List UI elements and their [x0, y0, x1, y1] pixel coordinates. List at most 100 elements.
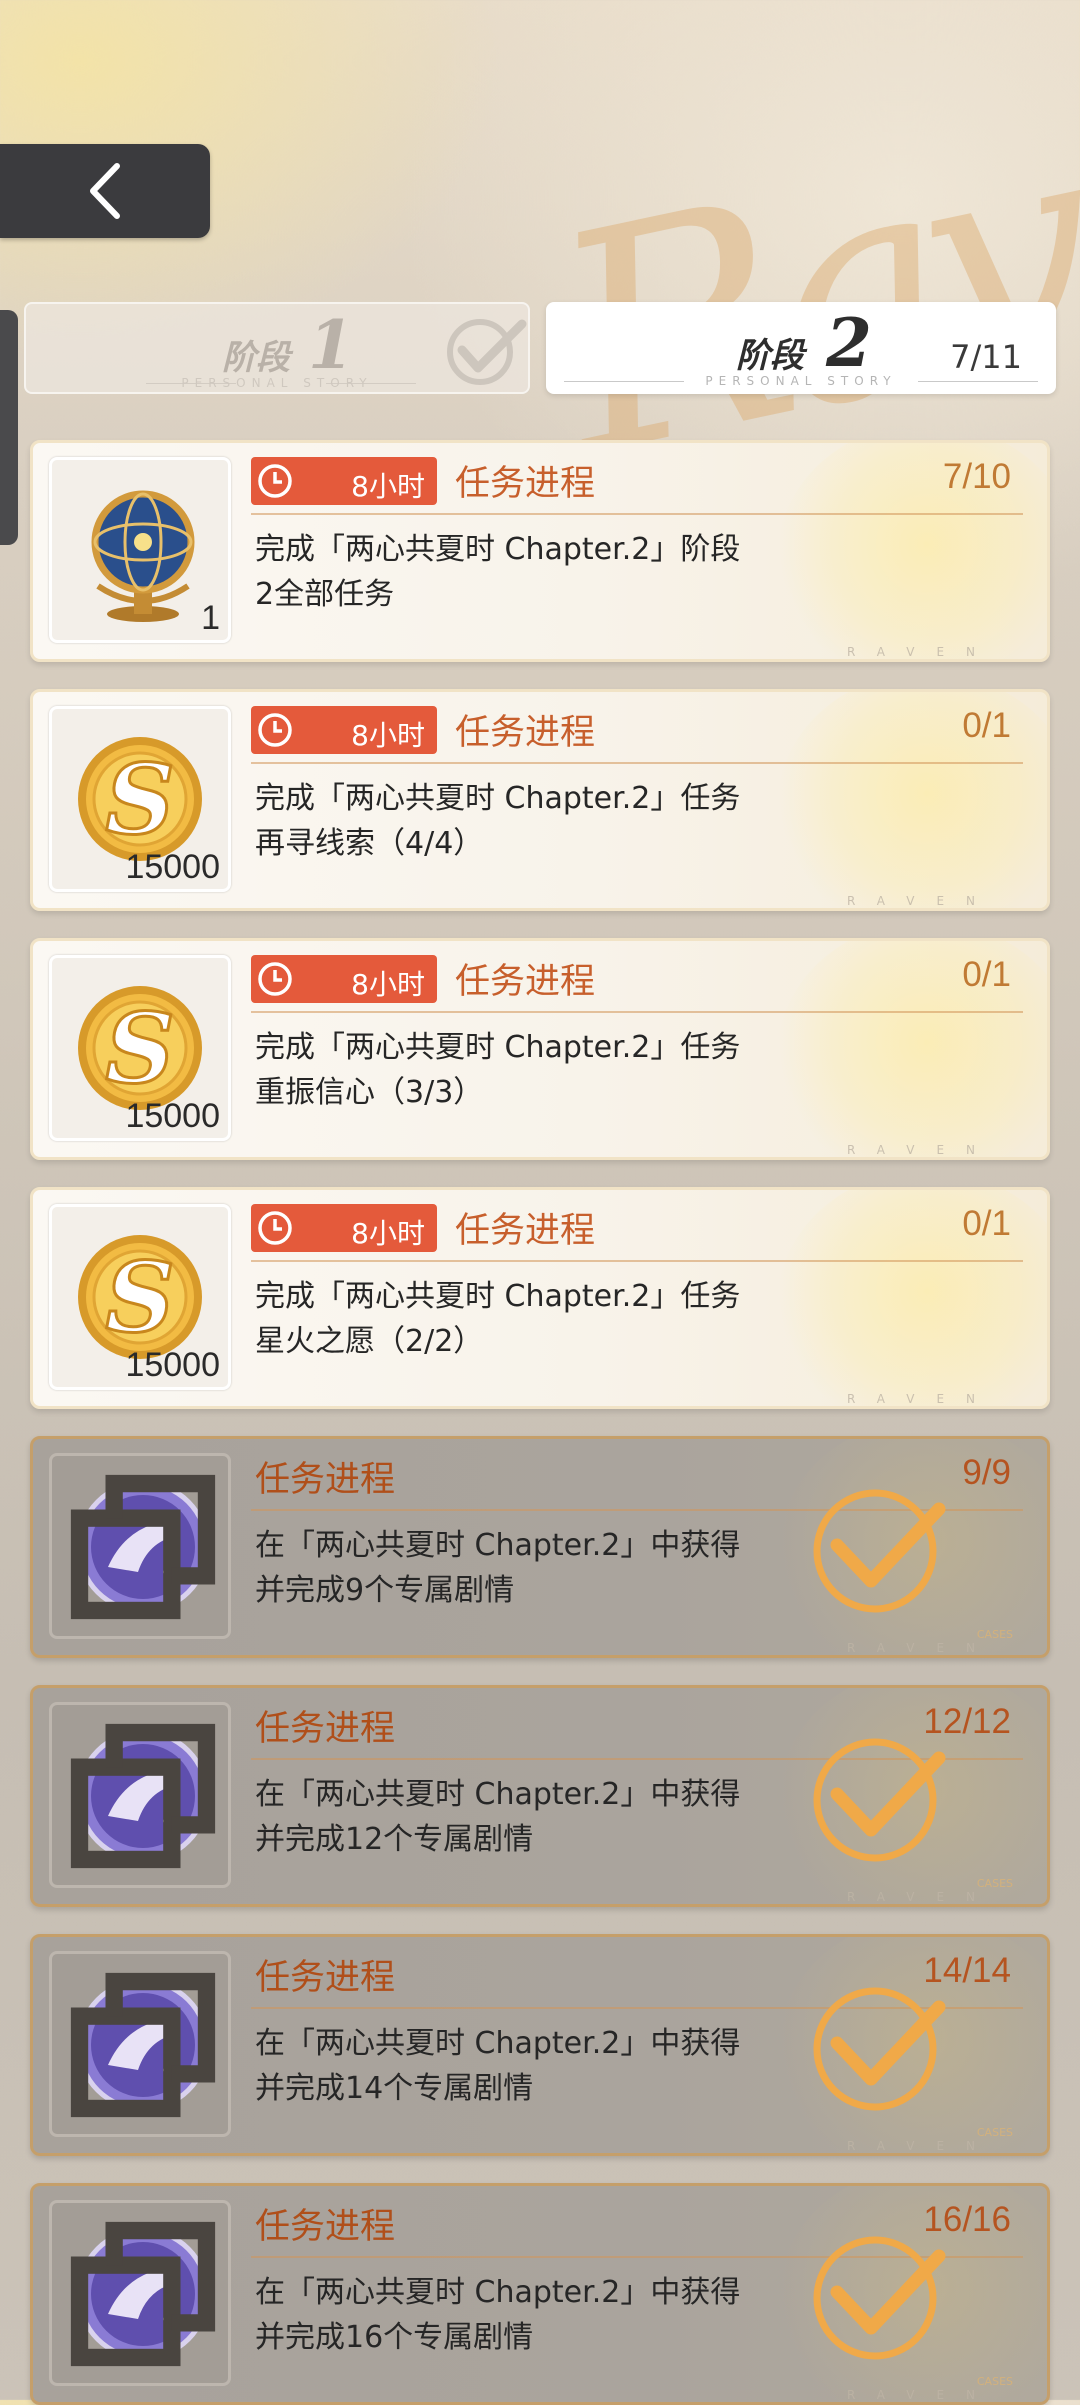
frame-corner-icon [70, 2221, 216, 2367]
tab-subtitle: PERSONAL STORY [705, 374, 897, 388]
reward-item[interactable]: S 15000 [49, 955, 231, 1141]
card-corner-text: CASES [976, 2126, 1013, 2139]
timer-badge: 8小时 [251, 955, 437, 1003]
reward-item[interactable]: 1 [49, 457, 231, 643]
task-description: 在「两心共夏时 Chapter.2」中获得 并完成16个专属剧情 [255, 2270, 775, 2360]
task-card[interactable]: 任务进程 14/14 在「两心共夏时 Chapter.2」中获得 并完成14个专属剧情… [30, 1934, 1050, 2156]
svg-text:S: S [105, 1241, 174, 1354]
reward-item[interactable] [49, 1951, 231, 2137]
task-description: 完成「两心共夏时 Chapter.2」任务 重振信心（3/3） [255, 1025, 775, 1115]
task-card[interactable]: 任务进程 12/12 在「两心共夏时 Chapter.2」中获得 并完成12个专属剧情… [30, 1685, 1050, 1907]
frame-corner-icon [70, 1723, 216, 1869]
tab-label: 阶段 [222, 338, 290, 378]
reward-item[interactable] [49, 2200, 231, 2386]
svg-text:S: S [105, 743, 174, 856]
reward-count: 15000 [125, 1346, 220, 1384]
task-card[interactable]: S 15000 8小时 任务进程 0/1 完成「两心共夏时 Chapter.2」任务 再寻… [30, 689, 1050, 911]
task-progress: 7/10 [942, 457, 1011, 496]
clock-icon [258, 464, 292, 498]
task-progress: 0/1 [962, 955, 1011, 994]
task-title: 任务进程 [255, 2207, 396, 2247]
divider [251, 513, 1023, 515]
task-progress: 0/1 [962, 1204, 1011, 1243]
task-card[interactable]: S 15000 8小时 任务进程 0/1 完成「两心共夏时 Chapter.2」任务 星火… [30, 1187, 1050, 1409]
reward-count: 15000 [125, 1097, 220, 1135]
tab-number: 2 [826, 304, 872, 382]
task-card[interactable]: 1 8小时 任务进程 7/10 完成「两心共夏时 Chapter.2」阶段 2全部任务 RA… [30, 440, 1050, 662]
task-title: 任务进程 [255, 1958, 396, 1998]
card-footer-text: RAVEN [846, 894, 997, 908]
completed-check-icon [813, 2236, 946, 2360]
reward-item[interactable]: S 15000 [49, 1204, 231, 1390]
timer-badge: 8小时 [251, 1204, 437, 1252]
task-progress: 0/1 [962, 706, 1011, 745]
back-button[interactable] [0, 144, 210, 238]
card-footer-text: RAVEN [846, 2139, 997, 2153]
description-line: 并完成14个专属剧情 [255, 2071, 534, 2106]
task-description: 完成「两心共夏时 Chapter.2」阶段 2全部任务 [255, 527, 775, 617]
timer-text: 8小时 [351, 470, 425, 503]
completed-check-icon [813, 1489, 946, 1613]
check-circle-icon [447, 319, 527, 385]
task-title: 任务进程 [255, 1460, 396, 1500]
frame-corner-icon [70, 1474, 216, 1620]
task-description: 在「两心共夏时 Chapter.2」中获得 并完成14个专属剧情 [255, 2021, 775, 2111]
clock-icon [258, 962, 292, 996]
reward-count: 15000 [125, 848, 220, 886]
description-line: 在「两心共夏时 Chapter.2」中获得 [255, 2026, 741, 2061]
timer-text: 8小时 [351, 1217, 425, 1250]
task-description: 在「两心共夏时 Chapter.2」中获得 并完成9个专属剧情 [255, 1523, 775, 1613]
clock-icon [258, 1211, 292, 1245]
description-line: 完成「两心共夏时 Chapter.2」任务 [255, 1279, 741, 1314]
divider [251, 762, 1023, 764]
timer-text: 8小时 [351, 719, 425, 752]
card-footer-text: RAVEN [846, 1641, 997, 1655]
task-title: 任务进程 [455, 464, 596, 504]
chevron-left-icon [90, 163, 120, 219]
description-line: 完成「两心共夏时 Chapter.2」阶段 [255, 532, 741, 567]
task-description: 完成「两心共夏时 Chapter.2」任务 再寻线索（4/4） [255, 776, 775, 866]
description-line: 并完成16个专属剧情 [255, 2320, 534, 2355]
card-footer-text: RAVEN [846, 645, 997, 659]
card-footer-text: RAVEN [846, 1143, 997, 1157]
task-title: 任务进程 [255, 1709, 396, 1749]
side-drawer-handle[interactable] [0, 310, 18, 545]
tab-label: 阶段 [736, 336, 804, 376]
reward-count: 1 [201, 599, 220, 637]
reward-item[interactable]: S 15000 [49, 706, 231, 892]
task-card[interactable]: 任务进程 16/16 在「两心共夏时 Chapter.2」中获得 并完成16个专属剧情… [30, 2183, 1050, 2405]
description-line: 2全部任务 [255, 577, 395, 612]
description-line: 再寻线索（4/4） [255, 826, 484, 861]
description-line: 在「两心共夏时 Chapter.2」中获得 [255, 1528, 741, 1563]
task-title: 任务进程 [455, 713, 596, 753]
clock-icon [258, 713, 292, 747]
task-progress: 9/9 [962, 1453, 1011, 1492]
task-card[interactable]: S 15000 8小时 任务进程 0/1 完成「两心共夏时 Chapter.2」任务 重振… [30, 938, 1050, 1160]
description-line: 在「两心共夏时 Chapter.2」中获得 [255, 1777, 741, 1812]
task-card[interactable]: 任务进程 9/9 在「两心共夏时 Chapter.2」中获得 并完成9个专属剧情 RAV… [30, 1436, 1050, 1658]
card-footer-text: RAVEN [846, 1392, 997, 1406]
tab-stage-1[interactable]: 阶段 1 PERSONAL STORY [24, 302, 530, 394]
divider [251, 1260, 1023, 1262]
task-title: 任务进程 [455, 1211, 596, 1251]
task-description: 在「两心共夏时 Chapter.2」中获得 并完成12个专属剧情 [255, 1772, 775, 1862]
tab-number: 1 [308, 306, 354, 384]
description-line: 重振信心（3/3） [255, 1075, 484, 1110]
card-corner-text: CASES [976, 2375, 1013, 2388]
task-description: 完成「两心共夏时 Chapter.2」任务 星火之愿（2/2） [255, 1274, 775, 1364]
reward-item[interactable] [49, 1702, 231, 1888]
timer-text: 8小时 [351, 968, 425, 1001]
timer-badge: 8小时 [251, 457, 437, 505]
reward-item[interactable] [49, 1453, 231, 1639]
tab-stage-2[interactable]: 阶段 2 PERSONAL STORY 7/11 [546, 302, 1056, 394]
svg-text:S: S [105, 992, 174, 1105]
description-line: 并完成9个专属剧情 [255, 1573, 515, 1608]
card-footer-text: RAVEN [846, 1890, 997, 1904]
card-corner-text: CASES [976, 1877, 1013, 1890]
description-line: 完成「两心共夏时 Chapter.2」任务 [255, 781, 741, 816]
frame-corner-icon [70, 1972, 216, 2118]
description-line: 在「两心共夏时 Chapter.2」中获得 [255, 2275, 741, 2310]
divider [251, 1011, 1023, 1013]
task-title: 任务进程 [455, 962, 596, 1002]
description-line: 星火之愿（2/2） [255, 1324, 484, 1359]
